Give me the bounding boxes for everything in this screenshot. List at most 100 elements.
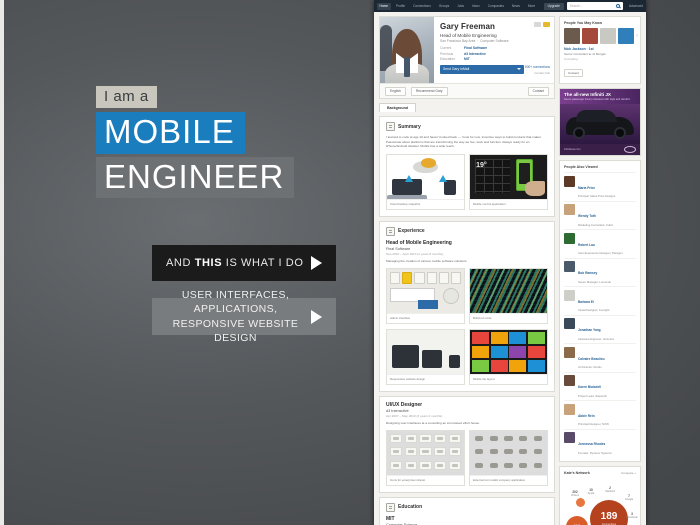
avatar[interactable] [600, 28, 616, 44]
network-center-bubble[interactable]: 189 Connections [590, 500, 628, 525]
connections-count-link[interactable]: 500+ connections [525, 65, 550, 69]
left-edge-strip [0, 0, 4, 525]
avatar [564, 403, 575, 415]
media-item[interactable]: Icons for enterprise intranet [386, 429, 465, 486]
list-item[interactable]: Calvaire Beaulieu Art Director, Rondo [564, 343, 636, 372]
pav-title: People Also Viewed [564, 165, 598, 169]
media-item[interactable]: Build-out code [469, 267, 548, 324]
language-selector[interactable]: English [385, 86, 406, 96]
network-bubble-chart: 189 Connections 113Shared 202Others 10Ap… [564, 478, 638, 525]
media-thumbnail-devices [387, 329, 464, 374]
experience-section: Experience Head of Mobile Engineering Fi… [380, 222, 554, 391]
summary-header: Summary [386, 122, 548, 131]
cta-primary-button[interactable]: AND THIS IS WHAT I DO [152, 245, 336, 281]
nav-item-more[interactable]: More [525, 3, 537, 10]
uiux-card: UI/UX Designer d3 Interactive Apr 2007 –… [379, 395, 555, 493]
detail-row-education: Education MIT [440, 57, 470, 61]
advertisement[interactable]: The all-new Infiniti JX Seven passenger … [559, 88, 641, 156]
advanced-search-link[interactable]: Advanced [626, 4, 643, 8]
media-item[interactable]: 19° Mobile control application [469, 153, 548, 210]
nav-item-inbox[interactable]: Inbox [469, 3, 482, 10]
linkedin-body: Gary Freeman Head of Mobile Engineering … [374, 12, 646, 525]
list-item[interactable]: Maria Price Principal, Maria Price Design… [564, 172, 636, 201]
content-row: Gary Freeman Head of Mobile Engineering … [379, 16, 641, 525]
linkedin-profile-screenshot: Home Profile Connections Groups Jobs Inb… [374, 0, 646, 525]
nav-item-news[interactable]: News [509, 3, 522, 10]
ad-link[interactable]: infinitiusa.com [564, 148, 580, 151]
graduation-cap-icon [386, 502, 395, 512]
media-thumbnail-icons-color [470, 430, 547, 475]
profile-detail-rows: Current Final Software Previous d3 Inter… [440, 46, 549, 61]
summary-title: Summary [398, 123, 421, 130]
detail-row-current: Current Final Software [440, 46, 488, 50]
list-item[interactable]: Abbie Rein Principal Designer, NOW [564, 400, 636, 429]
avatar[interactable] [564, 28, 580, 44]
uiux-title: UI/UX Designer [386, 401, 423, 408]
avatar [564, 432, 575, 443]
experience-card: Experience Head of Mobile Engineering Fi… [379, 220, 555, 392]
infiniti-logo-icon [624, 146, 636, 153]
media-item[interactable]: Cloud backup snapshot [386, 153, 465, 210]
nav-item-jobs[interactable]: Jobs [455, 3, 467, 10]
media-caption: Responsive website design [387, 373, 464, 384]
avatar [564, 232, 575, 244]
media-thumbnail-icons-gray [387, 430, 464, 475]
media-caption: Mobile control application [470, 198, 547, 209]
linkedin-navbar: Home Profile Connections Groups Jobs Inb… [374, 0, 646, 12]
nav-item-groups[interactable]: Groups [436, 3, 451, 10]
avatar[interactable] [582, 28, 598, 44]
network-node-bubble[interactable] [576, 498, 585, 507]
media-item[interactable]: Mobile tile layout [469, 328, 548, 385]
recommend-button[interactable]: Recommend Gary [410, 86, 448, 96]
list-item[interactable]: Wendy Toth Marketing Consultant, Cubix [564, 200, 636, 230]
contact-button[interactable]: Contact [527, 86, 549, 96]
pymk-card: People You May Know › Nick Jackson · 1st… [559, 16, 641, 84]
media-caption: Cloud backup snapshot [387, 198, 464, 209]
profile-footer: English Recommend Gary Contact [380, 83, 554, 98]
contact-info-label[interactable]: Contact Info [534, 71, 550, 75]
briefcase-icon [386, 226, 395, 236]
ad-subtext: Seven passenger luxury crossover with st… [564, 98, 631, 101]
chevron-right-icon[interactable]: › [636, 33, 638, 39]
play-icon-secondary [311, 309, 322, 324]
nav-item-home[interactable]: Home [377, 2, 391, 10]
network-node-label: 202 Others [571, 490, 579, 497]
job-title: Head of Mobile Engineering [386, 239, 452, 246]
avatar[interactable] [618, 28, 634, 44]
network-node-label: 7 Google [624, 494, 634, 501]
tab-background[interactable]: Background [379, 103, 416, 112]
profile-headline: Head of Mobile Engineering [440, 32, 497, 38]
school-name[interactable]: MIT [386, 516, 548, 522]
list-item[interactable]: Jonathan Yang Assistant Engineer, Vectori… [564, 314, 636, 344]
list-item[interactable]: Bob Ramsey Senior Manager, Lumondo [564, 257, 636, 287]
media-caption: Admin interface [387, 312, 464, 323]
search-icon [615, 4, 620, 8]
list-item[interactable]: Karen Blaisdell Project Lead, Sawtooth [564, 371, 636, 401]
send-inmail-button[interactable]: Send Gary InMail [440, 65, 524, 74]
ad-header: The all-new Infiniti JX Seven passenger … [560, 89, 640, 104]
network-compare-link[interactable]: Compare + [621, 471, 636, 475]
network-node-bubble[interactable]: 113Shared [566, 516, 588, 525]
connect-button[interactable]: Connect [564, 69, 583, 77]
media-item[interactable]: Admin interface [386, 267, 465, 324]
media-item[interactable]: Responsive website design [386, 328, 465, 385]
cta-secondary-button[interactable]: USER INTERFACES, APPLICATIONS, RESPONSIV… [152, 289, 336, 344]
education-section: Education MIT Computer Science 1999 – 20… [380, 498, 554, 525]
network-node-label: 10 Apple [587, 488, 595, 495]
list-item[interactable]: Jonnessa Rhodes Founder, Dynamo Systems [564, 428, 636, 458]
nav-item-companies[interactable]: Companies [485, 3, 506, 10]
search-placeholder: Search... [569, 4, 583, 8]
people-also-viewed-card: People Also Viewed Maria Price Principal,… [559, 160, 641, 462]
nav-item-connections[interactable]: Connections [411, 3, 434, 10]
media-item[interactable]: External icon toolkit company applicatio… [469, 429, 548, 486]
search-input[interactable]: Search... [566, 2, 623, 10]
list-item[interactable]: Barbara Ei Visual Designer, Cosright [564, 286, 636, 315]
badge-icon-1 [534, 22, 541, 27]
upgrade-button[interactable]: Upgrade [543, 2, 564, 10]
uiux-company[interactable]: d3 Interactive [386, 409, 548, 413]
list-item[interactable]: Robert Lau User Experience Designer, Para… [564, 229, 636, 258]
nav-item-profile[interactable]: Profile [394, 3, 408, 10]
job-company[interactable]: Final Software [386, 247, 548, 251]
summary-body: I learned to code at age 10 and haven't … [386, 135, 542, 149]
pymk-featured-name[interactable]: Nick Jackson · 1st [564, 47, 636, 51]
